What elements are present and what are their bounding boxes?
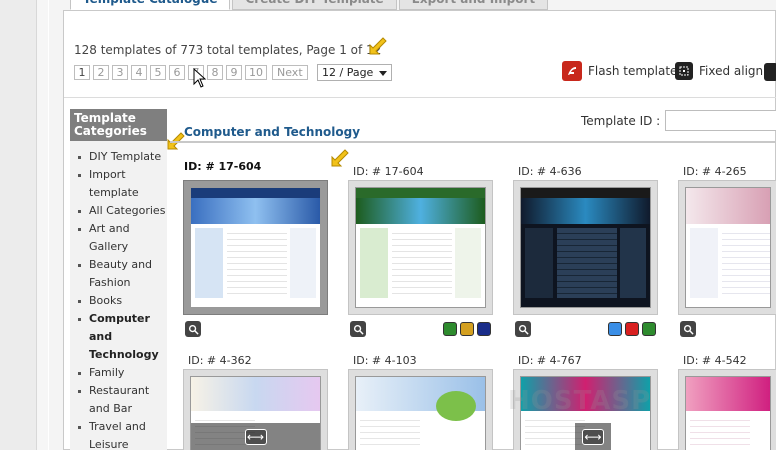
page-link[interactable]: 2 bbox=[93, 65, 109, 80]
category-item-family[interactable]: Family bbox=[78, 364, 168, 382]
category-item-import-template[interactable]: Import template bbox=[78, 166, 168, 202]
template-id: ID: # 4-362 bbox=[188, 354, 252, 367]
magnify-icon[interactable] bbox=[515, 321, 531, 337]
template-thumbnail[interactable] bbox=[678, 369, 776, 450]
chevron-down-icon bbox=[379, 71, 387, 76]
template-id: ID: # 4-542 bbox=[683, 354, 747, 367]
category-item-all-categories[interactable]: All Categories bbox=[78, 202, 168, 220]
expand-arrows-icon[interactable]: ⟷ bbox=[582, 429, 604, 445]
category-item-travel-leisure[interactable]: Travel and Leisure bbox=[78, 418, 168, 450]
pointer-arrow-icon bbox=[368, 36, 388, 56]
category-item-computer-technology[interactable]: Computer and Technology bbox=[78, 310, 168, 364]
tab-template-catalogue[interactable]: Template Catalogue bbox=[70, 0, 231, 10]
page-link[interactable]: 1 bbox=[74, 65, 90, 80]
template-thumbnail[interactable] bbox=[678, 180, 776, 315]
fixed-align-label: Fixed align bbox=[699, 64, 764, 78]
gutter-inner bbox=[36, 0, 48, 450]
category-item-restaurant-bar[interactable]: Restaurant and Bar bbox=[78, 382, 168, 418]
magnify-icon[interactable] bbox=[680, 321, 696, 337]
results-summary: 128 templates of 773 total templates, Pa… bbox=[74, 43, 382, 57]
template-id: ID: # 4-767 bbox=[518, 354, 582, 367]
template-preview bbox=[355, 187, 486, 308]
sidebar-title-line2: Categories bbox=[74, 124, 147, 138]
template-id: ID: # 4-103 bbox=[353, 354, 417, 367]
category-item-diy-template[interactable]: DIY Template bbox=[78, 148, 168, 166]
section-title: Computer and Technology bbox=[184, 125, 361, 139]
template-id-label: Template ID : bbox=[581, 114, 661, 128]
tab-create-diy-template[interactable]: Create DIY Template bbox=[232, 0, 397, 10]
page-link[interactable]: 10 bbox=[245, 65, 267, 80]
expand-arrows-icon[interactable]: ⟷ bbox=[244, 429, 267, 445]
color-swatch-navy[interactable] bbox=[477, 322, 491, 336]
per-page-value: 12 / Page bbox=[322, 66, 374, 79]
tab-export-import[interactable]: Export and Import bbox=[398, 0, 549, 10]
left-gutter bbox=[0, 0, 48, 450]
next-page-button[interactable]: Next bbox=[272, 65, 308, 80]
watermark-logo: HOSTASP bbox=[508, 386, 652, 416]
template-id: ID: # 17-604 bbox=[353, 165, 424, 178]
flash-icon bbox=[562, 61, 582, 81]
tab-bar: Template Catalogue Create DIY Template E… bbox=[70, 0, 549, 10]
color-swatch-gold[interactable] bbox=[460, 322, 474, 336]
template-preview bbox=[190, 187, 321, 308]
template-preview: ⟷ bbox=[190, 376, 321, 450]
template-preview bbox=[355, 376, 486, 450]
page-link[interactable]: 8 bbox=[207, 65, 223, 80]
category-item-art-gallery[interactable]: Art and Gallery bbox=[78, 220, 168, 256]
magnify-icon[interactable] bbox=[185, 321, 201, 337]
color-swatch-green[interactable] bbox=[443, 322, 457, 336]
category-item-books[interactable]: Books bbox=[78, 292, 168, 310]
page-link[interactable]: 5 bbox=[150, 65, 166, 80]
page-link[interactable]: 3 bbox=[112, 65, 128, 80]
template-thumbnail[interactable] bbox=[183, 180, 328, 315]
template-preview bbox=[685, 376, 771, 450]
template-id: ID: # 17-604 bbox=[184, 160, 262, 173]
align-left-icon[interactable] bbox=[764, 63, 776, 81]
mouse-cursor-icon bbox=[193, 67, 207, 88]
sidebar-title: Template Categories bbox=[70, 109, 167, 141]
color-swatch-red[interactable] bbox=[625, 322, 639, 336]
per-page-select[interactable]: 12 / Page bbox=[317, 64, 392, 81]
fixed-align-toggle[interactable]: Fixed align bbox=[675, 62, 763, 80]
page-link[interactable]: 4 bbox=[131, 65, 147, 80]
flash-template-toggle[interactable]: Flash template bbox=[562, 61, 677, 81]
template-thumbnail[interactable] bbox=[348, 180, 493, 315]
section-divider bbox=[170, 141, 776, 143]
pointer-arrow-icon bbox=[330, 148, 350, 168]
category-list: DIY Template Import template All Categor… bbox=[78, 148, 168, 450]
expand-overlay: ⟷ bbox=[191, 423, 320, 450]
magnify-icon[interactable] bbox=[350, 321, 366, 337]
expand-overlay: ⟷ bbox=[575, 423, 611, 450]
color-swatch-green[interactable] bbox=[642, 322, 656, 336]
pagination: 1 2 3 4 5 6 7 8 9 10 Next bbox=[74, 65, 308, 80]
page-link[interactable]: 9 bbox=[226, 65, 242, 80]
template-thumbnail[interactable] bbox=[348, 369, 493, 450]
template-id: ID: # 4-265 bbox=[683, 165, 747, 178]
template-thumbnail[interactable]: ⟷ bbox=[183, 369, 328, 450]
fixed-align-icon bbox=[675, 62, 693, 80]
category-item-beauty-fashion[interactable]: Beauty and Fashion bbox=[78, 256, 168, 292]
template-preview bbox=[520, 187, 651, 308]
template-thumbnail[interactable] bbox=[513, 180, 658, 315]
toolbar-divider bbox=[64, 97, 776, 98]
template-id: ID: # 4-636 bbox=[518, 165, 582, 178]
template-preview bbox=[685, 187, 771, 308]
page-link[interactable]: 6 bbox=[169, 65, 185, 80]
template-id-input[interactable] bbox=[665, 110, 776, 131]
flash-template-label: Flash template bbox=[588, 64, 678, 78]
color-swatch-blue[interactable] bbox=[608, 322, 622, 336]
